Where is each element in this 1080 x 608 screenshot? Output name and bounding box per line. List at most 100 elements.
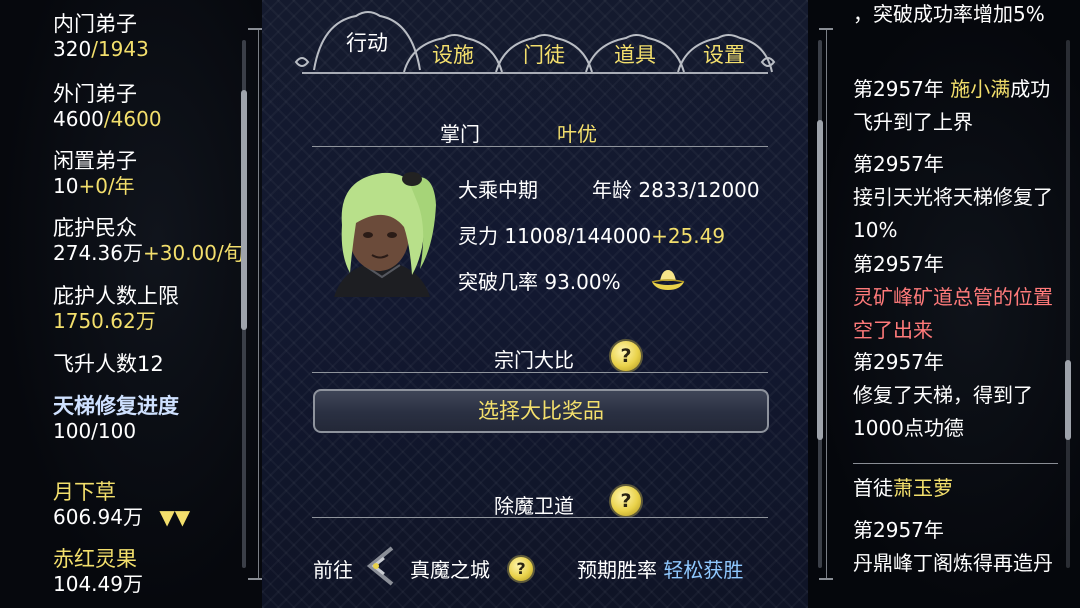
outer-disciples-sep: / [103,107,111,131]
outer-disciples-stat: 外门弟子 4600/4600 [53,82,162,132]
inner-disciples-current: 320 [53,37,92,61]
idle-disciples-current: 10 [53,174,79,198]
destination-name[interactable]: 真魔之城 [410,554,490,583]
spirit-rate: +25.49 [651,224,726,248]
section-divider [312,372,768,373]
demon-guard-help-icon[interactable]: ? [609,484,643,518]
tab-settings[interactable]: 设置 [680,36,768,74]
tab-facilities[interactable]: 设施 [408,36,498,74]
tab-disciples[interactable]: 门徒 [500,36,588,74]
protected-people-stat: 庇护民众 274.36万+30.00/旬 [53,216,244,266]
head-disciple-label: 首徒 [853,476,893,500]
inner-disciples-label: 内门弟子 [53,12,137,36]
spirit-value: 11008/144000 [504,224,652,248]
leader-age: 年龄 2833/12000 [592,174,760,203]
ladder-progress-value: 100/100 [53,419,137,443]
log-separator [853,463,1058,464]
protected-people-label: 庇护民众 [53,216,137,240]
down-trend-icon: ▼▼ [159,505,191,529]
idle-disciples-stat: 闲置弟子 10+0/年 [53,149,137,199]
breakthrough-label: 突破几率 [458,270,538,294]
tab-items[interactable]: 道具 [590,36,680,74]
win-rate-value: 轻松获胜 [663,558,744,582]
resource-item: 赤红灵果 104.49万 [53,547,143,597]
tab-action[interactable]: 行动 [322,24,412,62]
spirit-label: 灵力 [458,224,498,248]
right-divider [826,28,827,580]
log-text: 修复了天梯，得到了1000点功德 [853,383,1033,440]
resource-amount: 104.49万 [53,572,143,596]
leader-title: 掌门 [440,122,480,146]
action-panel: 行动 设施 门徒 道具 设置 掌门 叶优 大乘中期 年龄 2833/12000 … [262,0,808,608]
win-rate-label: 预期胜率 [577,558,657,582]
idle-disciples-rate: +0/年 [78,174,135,198]
inner-disciples-sep: / [91,37,98,61]
head-disciple-name[interactable]: 萧玉萝 [893,476,953,500]
win-rate: 预期胜率 轻松获胜 [577,554,743,583]
left-scrollbar[interactable] [241,40,247,568]
go-label: 前往 [313,558,353,582]
log-entry: 第2957年 接引天光将天梯修复了10% [853,148,1063,247]
protected-people-current: 274.36万 [53,241,143,265]
sect-stats-panel: 内门弟子 320/1943 外门弟子 4600/4600 闲置弟子 10+0/年… [0,0,262,608]
resource-amount: 606.94万 [53,505,143,529]
tournament-help-icon[interactable]: ? [609,339,643,373]
divider-cap [248,578,262,580]
leader-portrait[interactable] [324,165,440,297]
head-disciple-line: 首徒萧玉萝 [853,472,1063,505]
log-text: 丹鼎峰丁阁炼得再造丹 [853,551,1053,575]
outer-disciples-current: 4600 [53,107,104,131]
demon-guard-title: 除魔卫道 [494,494,574,518]
protected-cap-value: 1750.62万 [53,309,156,333]
leader-breakthrough: 突破几率 93.00% [458,266,621,295]
divider-cap [819,578,833,580]
resource-item: 月下草 606.94万 ▼▼ [53,480,190,530]
section-divider [312,146,768,147]
log-scrollbar[interactable] [1065,40,1071,568]
divider-cap [248,28,262,30]
breakthrough-value: 93.00% [544,270,621,294]
ingot-icon[interactable] [650,266,686,292]
log-name[interactable]: 施小满 [950,77,1010,101]
resource-name: 月下草 [53,480,116,504]
leader-spirit: 灵力 11008/144000+25.49 [458,220,725,249]
ladder-progress-label: 天梯修复进度 [53,394,179,418]
log-entry: 第2957年 修复了天梯，得到了1000点功德 [853,346,1063,445]
left-divider [258,28,259,580]
log-highlight: 灵矿峰矿道总管的位置空了出来 [853,285,1053,342]
log-text: ，突破成功率增加5% [853,2,1045,26]
right-scrollbar-thumb[interactable] [817,120,823,440]
ladder-progress-stat[interactable]: 天梯修复进度 100/100 [53,394,179,444]
log-year: 第2957年 [853,77,944,101]
log-year: 第2957年 [853,152,944,176]
leader-name[interactable]: 叶优 [557,118,597,147]
age-value: 2833/12000 [638,178,760,202]
log-entry: 第2957年 灵矿峰矿道总管的位置空了出来 [853,248,1063,347]
log-entry: 第2957年 丹鼎峰丁阁炼得再造丹 [853,514,1063,580]
log-year: 第2957年 [853,518,944,542]
choose-prize-button[interactable]: 选择大比奖品 [313,389,769,433]
left-scrollbar-thumb[interactable] [241,90,247,330]
protected-cap-label: 庇护人数上限 [53,284,179,308]
log-entry: ，突破成功率增加5% [853,0,1063,31]
leader-realm: 大乘中期 [458,178,538,202]
inner-disciples-max: 1943 [97,37,149,61]
divider-cap [819,28,833,30]
resource-name: 赤红灵果 [53,547,137,571]
previous-destination-arrow-icon[interactable] [364,544,398,588]
protected-cap-stat: 庇护人数上限 1750.62万 [53,284,179,334]
right-scrollbar[interactable] [817,40,823,568]
ascended-stat: 飞升人数12 [53,352,164,377]
log-year: 第2957年 [853,252,944,276]
section-divider [312,517,768,518]
log-entry: 第2957年 施小满成功飞升到了上界 [853,73,1063,139]
destination-help-icon[interactable]: ? [507,555,535,583]
tournament-title: 宗门大比 [494,348,574,372]
log-year: 第2957年 [853,350,944,374]
inner-disciples-stat: 内门弟子 320/1943 [53,12,149,62]
outer-disciples-label: 外门弟子 [53,82,137,106]
ascended-label: 飞升人数12 [53,352,164,376]
event-log-panel: ，突破成功率增加5% 第2957年 施小满成功飞升到了上界 第2957年 接引天… [808,0,1080,608]
log-scrollbar-thumb[interactable] [1065,360,1071,440]
log-text: 接引天光将天梯修复了10% [853,185,1053,242]
